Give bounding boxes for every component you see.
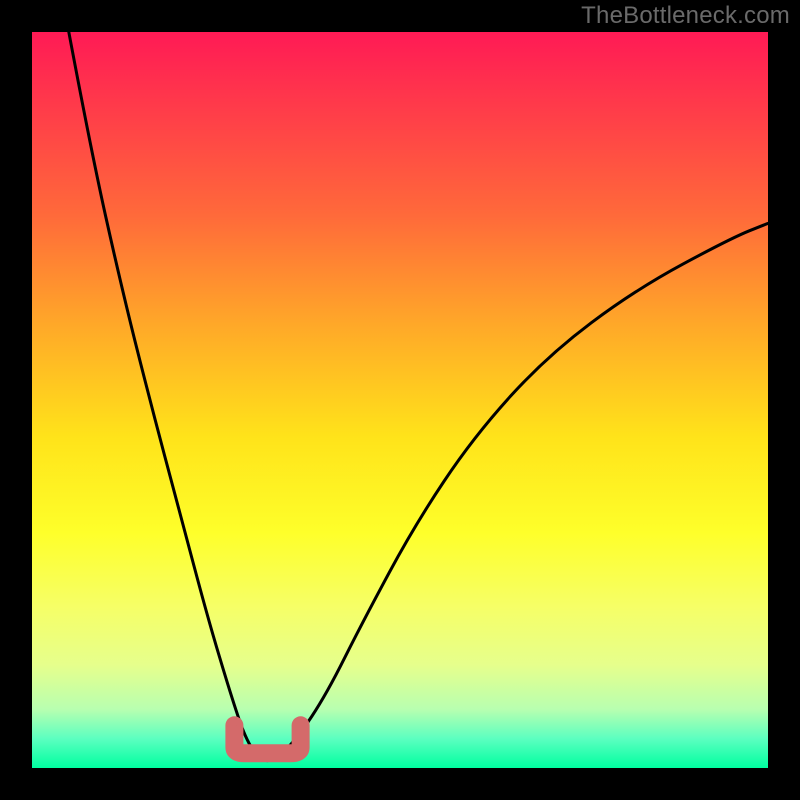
left-cap-dot — [226, 724, 240, 738]
curve-layer — [32, 32, 768, 768]
chart-frame: TheBottleneck.com — [0, 0, 800, 800]
bottleneck-curve — [69, 32, 768, 761]
watermark-text: TheBottleneck.com — [581, 2, 790, 30]
plot-area — [32, 32, 768, 768]
